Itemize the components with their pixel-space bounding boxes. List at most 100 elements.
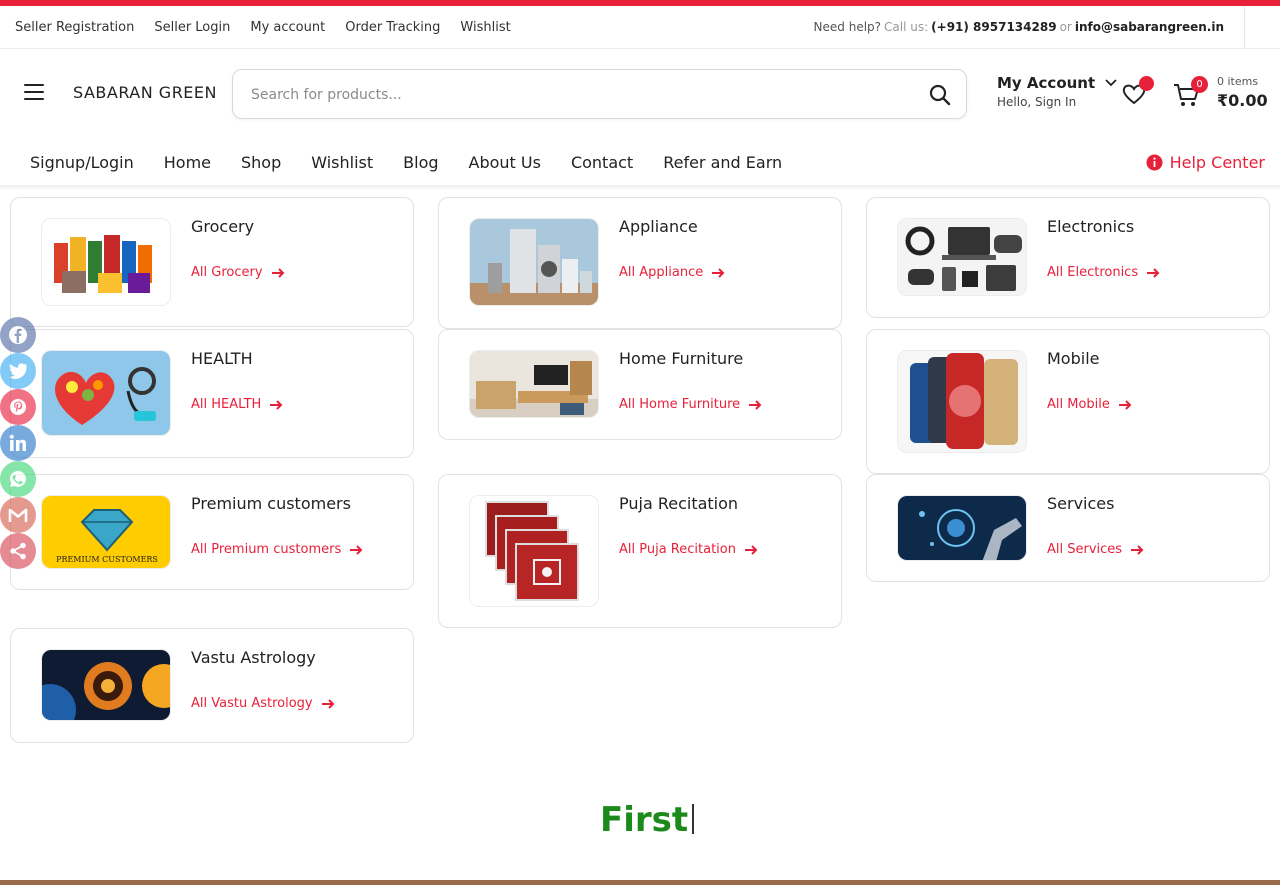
nav-shop[interactable]: Shop [241,153,281,172]
help-center-link[interactable]: Help Center [1146,140,1265,184]
top-bar: Seller Registration Seller Login My acco… [0,6,1280,49]
category-name[interactable]: Mobile [1047,349,1099,368]
grocery-image[interactable] [41,218,171,306]
cart-items: 0 items [1217,75,1259,88]
category-card-puja-recitation[interactable]: Puja Recitation All Puja Recitation [438,474,842,628]
nav-signup-login[interactable]: Signup/Login [30,153,134,172]
all-services-link[interactable]: All Services [1047,542,1144,557]
arrow-right-icon [271,267,284,278]
category-name[interactable]: Home Furniture [619,349,743,368]
pinterest-icon[interactable] [0,389,36,425]
nav-refer-and-earn[interactable]: Refer and Earn [663,153,782,172]
chevron-down-icon [1105,79,1117,87]
seller-login-link[interactable]: Seller Login [154,20,230,35]
all-premium-customers-link[interactable]: All Premium customers [191,542,363,557]
electronics-image[interactable] [897,218,1027,296]
all-home-furniture-link[interactable]: All Home Furniture [619,397,762,412]
gmail-icon[interactable] [0,497,36,533]
hamburger-menu-icon[interactable] [24,84,44,100]
category-link-label: All Puja Recitation [619,542,736,557]
category-card-premium-customers[interactable]: PREMIUM CUSTOMERS Premium customers All … [10,474,414,590]
email-address[interactable]: info@sabarangreen.in [1075,20,1224,34]
category-name[interactable]: Grocery [191,217,254,236]
search-bar [232,69,967,119]
premium-image-text: PREMIUM CUSTOMERS [56,555,158,564]
category-link-label: All Mobile [1047,397,1110,412]
category-link-label: All Appliance [619,265,704,280]
my-account-link[interactable]: My account [250,20,325,35]
arrow-right-icon [350,544,363,555]
cart-count-badge: 0 [1191,76,1208,93]
wishlist-link[interactable]: Wishlist [460,20,510,35]
arrow-right-icon [1131,544,1144,555]
twitter-icon[interactable] [0,353,36,389]
nav-blog[interactable]: Blog [403,153,438,172]
category-name[interactable]: Vastu Astrology [191,648,316,667]
help-prefix: Need help? [813,20,882,34]
category-name[interactable]: Services [1047,494,1114,513]
nav-shadow [0,185,1280,190]
premium-customers-image[interactable]: PREMIUM CUSTOMERS [41,495,171,569]
seller-registration-link[interactable]: Seller Registration [15,20,134,35]
category-card-vastu-astrology[interactable]: Vastu Astrology All Vastu Astrology [10,628,414,743]
facebook-icon[interactable] [0,317,36,353]
category-card-grocery[interactable]: Grocery All Grocery [10,197,414,327]
category-name[interactable]: Electronics [1047,217,1134,236]
all-mobile-link[interactable]: All Mobile [1047,397,1132,412]
cart-summary[interactable]: 0 items ₹0.00 [1217,75,1268,110]
category-name[interactable]: Premium customers [191,494,351,513]
arrow-right-icon [1118,399,1132,410]
linkedin-icon[interactable] [0,425,36,461]
phone-number[interactable]: (+91) 8957134289 [931,20,1056,34]
category-card-mobile[interactable]: Mobile All Mobile [866,329,1270,474]
category-card-appliance[interactable]: Appliance All Appliance [438,197,842,329]
category-name[interactable]: HEALTH [191,349,253,368]
headline-text: First [600,800,689,840]
nav-contact[interactable]: Contact [571,153,633,172]
search-input[interactable] [251,83,891,107]
all-electronics-link[interactable]: All Electronics [1047,265,1160,280]
nav-about-us[interactable]: About Us [469,153,541,172]
wishlist-badge [1139,76,1154,91]
all-puja-recitation-link[interactable]: All Puja Recitation [619,542,758,557]
category-name[interactable]: Puja Recitation [619,494,738,513]
main-nav: Signup/Login Home Shop Wishlist Blog Abo… [30,140,782,184]
category-card-services[interactable]: Services All Services [866,474,1270,582]
category-card-electronics[interactable]: Electronics All Electronics [866,197,1270,318]
category-name[interactable]: Appliance [619,217,698,236]
health-image[interactable] [41,350,171,436]
all-health-link[interactable]: All HEALTH [191,397,283,412]
animated-headline: First [600,800,695,840]
footer-banner-edge [0,880,1280,885]
share-icon[interactable] [0,533,36,569]
puja-recitation-image[interactable] [469,495,599,607]
nav-wishlist[interactable]: Wishlist [311,153,373,172]
cart-total: ₹0.00 [1217,91,1268,110]
call-label: Call us: [884,20,929,34]
divider [1244,6,1245,48]
arrow-right-icon [744,544,758,555]
all-appliance-link[interactable]: All Appliance [619,265,725,280]
my-account-menu[interactable]: My Account Hello, Sign In [997,74,1117,109]
whatsapp-icon[interactable] [0,461,36,497]
nav-home[interactable]: Home [164,153,211,172]
typing-cursor [692,804,695,834]
home-furniture-image[interactable] [469,350,599,418]
cart-icon[interactable]: 0 [1172,76,1208,110]
category-card-home-furniture[interactable]: Home Furniture All Home Furniture [438,329,842,440]
arrow-right-icon [321,698,335,709]
all-grocery-link[interactable]: All Grocery [191,265,285,280]
category-card-health[interactable]: HEALTH All HEALTH [10,329,414,458]
search-icon[interactable] [928,83,952,107]
mobile-image[interactable] [897,350,1027,453]
appliance-image[interactable] [469,218,599,306]
or-text: or [1059,20,1072,34]
help-contact: Need help? Call us: (+91) 8957134289 or … [814,6,1224,48]
services-image[interactable] [897,495,1027,561]
brand-logo[interactable]: SABARAN GREEN [73,83,217,102]
vastu-astrology-image[interactable] [41,649,171,721]
order-tracking-link[interactable]: Order Tracking [345,20,440,35]
wishlist-heart-icon[interactable] [1121,76,1154,107]
category-link-label: All Electronics [1047,265,1139,280]
all-vastu-astrology-link[interactable]: All Vastu Astrology [191,696,335,711]
